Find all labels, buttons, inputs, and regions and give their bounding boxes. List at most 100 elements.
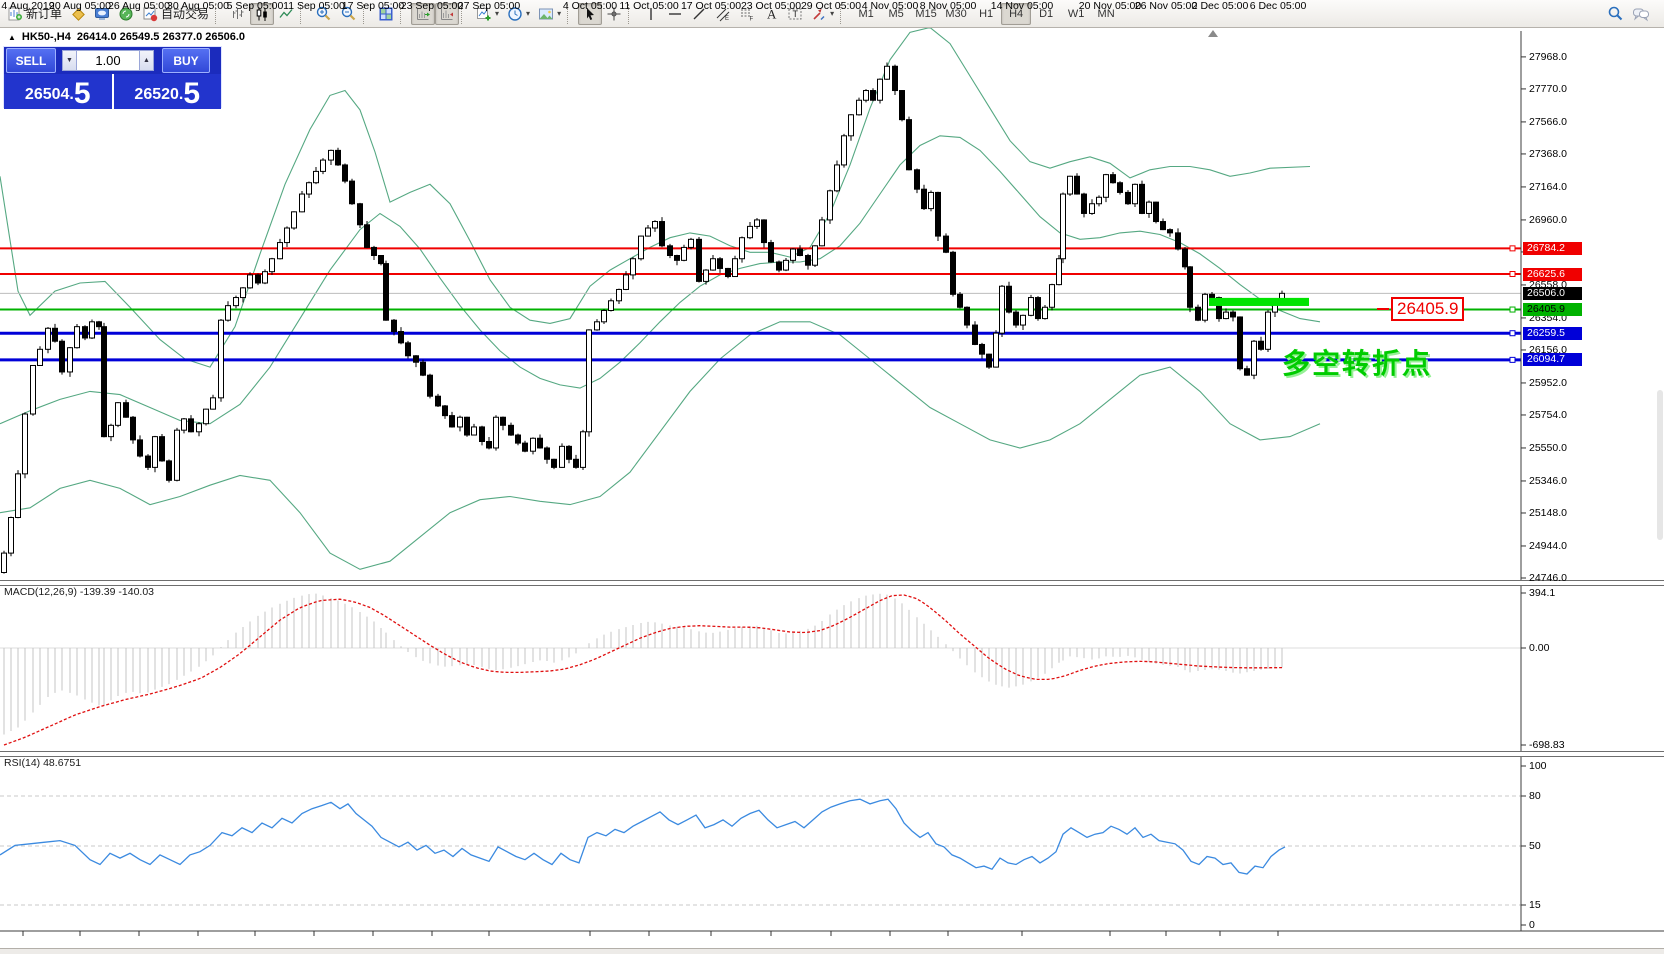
candle-body [450,416,455,427]
candle-body [885,66,890,79]
price-chip-26784.2[interactable]: 26784.2 [1523,242,1582,255]
y-axis-tick: 25952.0 [1529,377,1567,389]
candle-body [806,256,811,266]
y-axis-tick: 27566.0 [1529,116,1567,128]
sell-price[interactable]: 26504 . 5 [4,74,114,109]
price-chip-26094.7[interactable]: 26094.7 [1523,353,1582,366]
candle-body [726,268,731,276]
candle-body [31,365,36,414]
candle-body [740,238,745,259]
candle-body [922,189,927,208]
sell-price-big-digit: 5 [74,81,91,107]
candle-body [278,243,283,259]
trade-panel-prices: 26504 . 5 26520 . 5 [4,74,221,109]
date-label: 2 Dec 05:00 [1192,0,1249,12]
candle-body [175,430,180,480]
date-label: 4 Aug 2019 [1,0,54,12]
candle-body [160,437,165,461]
candle-body [219,320,224,398]
y-axis-tick: 27164.0 [1529,181,1567,193]
candle-body [915,170,920,189]
candle-body [358,204,363,225]
chart-canvas[interactable] [0,28,1664,954]
rsi-label: RSI(14) 48.6751 [4,757,81,769]
date-label: 23 Oct 05:00 [741,0,801,12]
candle-body [307,183,312,194]
candle-body [1118,183,1123,193]
chat-button[interactable] [1628,3,1654,25]
candle-body [487,441,492,447]
date-label: 20 Nov 05:00 [1079,0,1141,12]
candle-body [458,417,463,427]
price-callout[interactable]: 26405.9 [1391,297,1464,321]
highlight-bar [1209,298,1309,306]
volume-stepper: ▼ ▲ [62,50,154,71]
candle-body [336,150,341,165]
candle-body [406,343,411,356]
sell-button[interactable]: SELL [6,48,56,73]
current-price-chip: 26506.0 [1523,287,1582,300]
candle-body [675,256,680,261]
y-axis-tick: 25754.0 [1529,409,1567,421]
candle-body [97,322,102,327]
candle-body [197,424,202,432]
candle-body [292,212,297,228]
panel-separator-macd[interactable] [0,580,1664,586]
rsi-axis-tick: 50 [1529,840,1541,852]
symbol-period-label: HK50-,H4 [22,31,71,43]
candle-body [241,288,246,298]
volume-up-button[interactable]: ▲ [139,50,154,71]
candle-body [1176,233,1181,249]
search-button[interactable] [1603,3,1628,25]
buy-button[interactable]: BUY [162,48,210,73]
candle-body [211,398,216,409]
candle-body [414,356,419,362]
rsi-axis-tick: 0 [1529,919,1535,931]
rsi-axis-tick: 15 [1529,899,1541,911]
buy-price[interactable]: 26520 . 5 [114,74,222,109]
y-axis-tick: 25148.0 [1529,507,1567,519]
candle-body [379,256,384,264]
panel-separator-rsi[interactable] [0,751,1664,757]
candle-body [820,220,825,246]
candle-body [138,440,143,456]
candle-body [189,419,194,432]
candle-body [973,325,978,344]
candle-body [480,427,485,442]
candle-body [1029,298,1034,316]
candle-body [733,259,738,277]
candle-body [399,332,404,343]
candle-body [567,446,572,459]
collapse-arrow-icon[interactable]: ▲ [8,33,16,42]
date-label: 6 Dec 05:00 [1250,0,1307,12]
templates-caret-icon[interactable]: ▾ [557,10,561,18]
date-label: 26 Nov 05:00 [1135,0,1197,12]
candle-body [857,100,862,115]
price-chip-26405.9[interactable]: 26405.9 [1523,303,1582,316]
scrollbar-thumb[interactable] [1657,390,1663,540]
annotation-text[interactable]: 多空转折点 [1282,342,1432,382]
candle-body [234,298,239,306]
price-chip-26259.5[interactable]: 26259.5 [1523,327,1582,340]
volume-down-button[interactable]: ▼ [62,50,77,71]
candle-body [624,275,629,290]
candle-body [951,252,956,294]
periods-caret-icon[interactable]: ▾ [526,10,530,18]
candle-body [384,264,389,321]
candle-body [581,432,586,468]
volume-input[interactable] [77,50,139,71]
candle-body [871,91,876,101]
templates-button[interactable]: ▾ [534,3,565,25]
macd-axis-tick: 394.1 [1529,587,1555,599]
candle-body [428,375,433,396]
candle-body [1014,312,1019,325]
candle-body [958,294,963,307]
date-label: 20 Aug 05:00 [49,0,111,12]
candle-body [1210,294,1215,297]
scroll-end-marker-icon[interactable] [1208,30,1218,37]
candle-body [53,328,58,341]
price-chip-26625.6[interactable]: 26625.6 [1523,268,1582,281]
y-axis-tick: 24746.0 [1529,572,1567,584]
candle-body [343,165,348,181]
y-axis-tick: 25346.0 [1529,475,1567,487]
